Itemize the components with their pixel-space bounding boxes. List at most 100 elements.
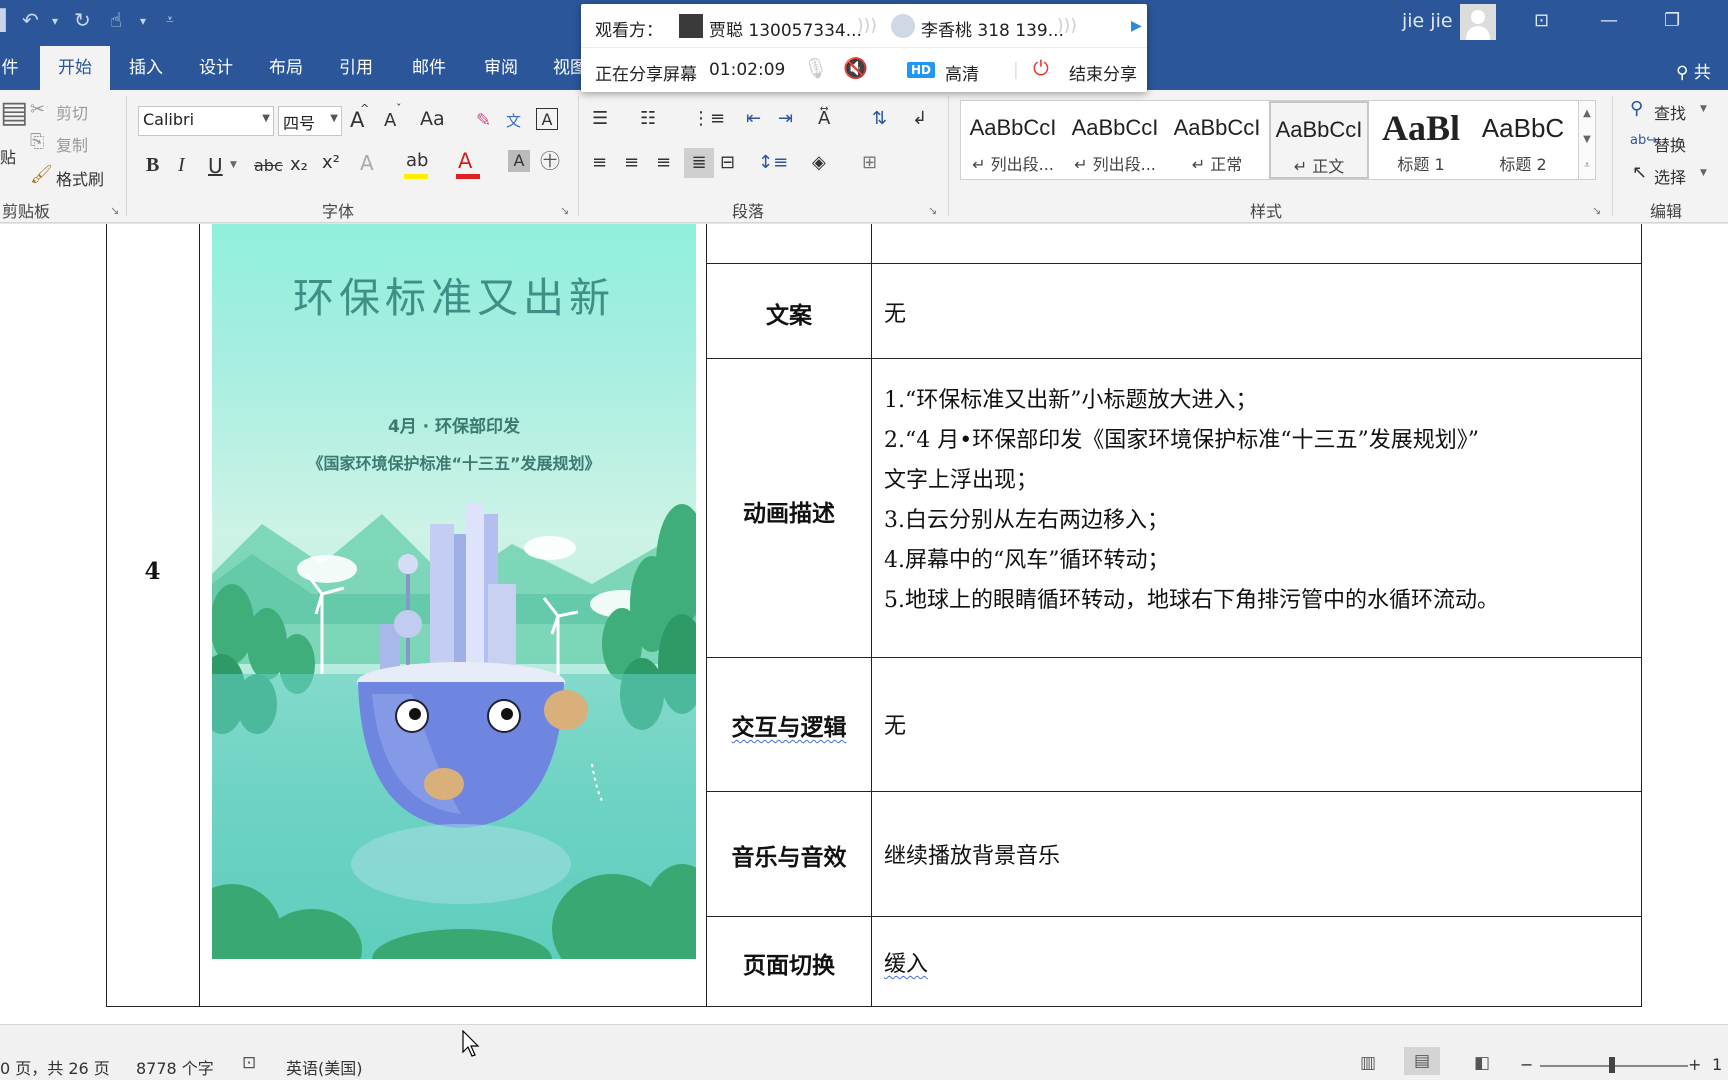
- cut-button[interactable]: 剪切: [56, 100, 88, 124]
- styles-launcher-icon[interactable]: ↘: [1592, 200, 1601, 222]
- copy-icon[interactable]: ⎘: [30, 131, 44, 153]
- language[interactable]: 英语(美国): [286, 1055, 363, 1079]
- highlight-icon[interactable]: ab: [406, 150, 428, 172]
- shrink-font-button[interactable]: A: [384, 110, 396, 131]
- align-left-icon[interactable]: ≡: [592, 152, 607, 174]
- font-name-combo[interactable]: Calibri ▼: [138, 106, 274, 136]
- zoom-slider-thumb[interactable]: [1609, 1057, 1615, 1073]
- end-share-button[interactable]: 结束分享: [1069, 60, 1137, 85]
- print-layout-icon[interactable]: ▤: [1404, 1047, 1441, 1075]
- ribbon-display-icon[interactable]: ⊡: [1534, 10, 1549, 31]
- clipboard-launcher-icon[interactable]: ↘: [110, 200, 119, 222]
- text-effects-icon[interactable]: A: [360, 152, 374, 174]
- phonetic-guide-icon[interactable]: 文: [506, 110, 521, 132]
- style-heading-2[interactable]: AaBbC 标题 2: [1473, 101, 1573, 179]
- change-case-button[interactable]: Aa: [420, 108, 445, 130]
- undo-icon[interactable]: ↶: [22, 8, 39, 38]
- redo-icon[interactable]: ↻: [74, 8, 91, 38]
- avatar[interactable]: [1460, 4, 1496, 40]
- format-painter-button[interactable]: 格式刷: [56, 166, 104, 190]
- format-painter-icon[interactable]: 🖌: [30, 164, 53, 186]
- superscript-button[interactable]: x²: [322, 152, 340, 173]
- tab-references[interactable]: 引用: [322, 46, 390, 90]
- viewer1-name[interactable]: 贾聪 130057334...: [709, 16, 862, 41]
- undo-dropdown-icon[interactable]: ▾: [52, 14, 58, 44]
- select-dropdown-icon[interactable]: ▼: [1700, 168, 1707, 178]
- align-right-icon[interactable]: ≡: [656, 152, 671, 174]
- font-color-icon[interactable]: A: [458, 150, 472, 172]
- touch-dropdown-icon[interactable]: ▾: [140, 14, 146, 44]
- zoom-out-button[interactable]: −: [1520, 1055, 1533, 1074]
- tab-layout[interactable]: 布局: [252, 46, 320, 90]
- justify-icon[interactable]: ≣: [684, 148, 714, 178]
- share-icon[interactable]: ⚲ 共: [1676, 58, 1711, 83]
- read-mode-icon[interactable]: ▥: [1360, 1053, 1376, 1073]
- paste-button[interactable]: 贴: [0, 144, 16, 168]
- enclose-chars-icon[interactable]: ㊉: [540, 150, 560, 172]
- minimize-button[interactable]: —: [1600, 10, 1618, 31]
- replace-button[interactable]: 替换: [1654, 132, 1686, 156]
- proofing-icon[interactable]: ⊡: [242, 1053, 256, 1073]
- document-page[interactable]: 4 环保标准又出新 4月 · 环保部印发 《国家环境保护标准“十三五”发展规划》…: [0, 224, 1728, 1024]
- bullets-icon[interactable]: ☰: [592, 108, 608, 130]
- find-button[interactable]: 查找: [1654, 100, 1686, 124]
- zoom-level[interactable]: 1: [1712, 1055, 1722, 1074]
- paste-icon[interactable]: ▤: [0, 98, 28, 128]
- tab-file[interactable]: 件: [0, 46, 20, 90]
- tab-design[interactable]: 设计: [182, 46, 250, 90]
- subscript-button[interactable]: x₂: [290, 154, 308, 175]
- tab-review[interactable]: 审阅: [466, 46, 536, 90]
- expand-viewers-icon[interactable]: ▶: [1131, 18, 1142, 34]
- save-icon[interactable]: ▍: [0, 8, 15, 38]
- customize-qat-icon[interactable]: ⩡: [166, 12, 174, 42]
- tab-insert[interactable]: 插入: [112, 46, 180, 90]
- underline-button[interactable]: U: [208, 154, 223, 178]
- style-normal[interactable]: AaBbCcI ↵ 正常: [1167, 101, 1267, 179]
- multilevel-list-icon[interactable]: ⋮≡: [692, 108, 725, 130]
- restore-button[interactable]: ❐: [1664, 10, 1680, 31]
- page-count[interactable]: 0 页，共 26 页: [0, 1055, 110, 1079]
- power-icon[interactable]: ⏻: [1033, 56, 1049, 80]
- word-count[interactable]: 8778 个字: [136, 1055, 214, 1079]
- char-border-icon[interactable]: A: [536, 108, 558, 130]
- cut-icon[interactable]: ✂: [30, 99, 45, 121]
- hd-label[interactable]: 高清: [945, 60, 979, 85]
- bold-button[interactable]: B: [146, 154, 159, 177]
- style-gallery-scroll[interactable]: ▲ ▼ ⩡: [1578, 100, 1596, 180]
- style-list-paragraph-2[interactable]: AaBbCcI ↵ 列出段...: [1065, 101, 1165, 179]
- clear-format-icon[interactable]: ✎: [476, 110, 491, 132]
- viewer1-avatar[interactable]: [679, 14, 703, 38]
- text-direction-icon[interactable]: A⃡: [818, 108, 830, 130]
- align-center-icon[interactable]: ≡: [624, 152, 639, 174]
- paragraph-launcher-icon[interactable]: ↘: [928, 200, 937, 222]
- shading-icon[interactable]: ◈: [812, 152, 826, 174]
- tab-home[interactable]: 开始: [40, 46, 110, 90]
- speaker-muted-icon[interactable]: 🔇: [843, 56, 868, 80]
- tab-mailings[interactable]: 邮件: [394, 46, 464, 90]
- style-list-paragraph-1[interactable]: AaBbCcI ↵ 列出段...: [963, 101, 1063, 179]
- mic-muted-icon[interactable]: 🎙: [803, 56, 828, 80]
- select-icon[interactable]: ↖: [1632, 162, 1647, 184]
- zoom-in-button[interactable]: +: [1688, 1055, 1701, 1074]
- user-name[interactable]: jie jie: [1402, 10, 1453, 32]
- char-shading-icon[interactable]: A: [508, 150, 530, 172]
- sort-icon[interactable]: ⇅: [872, 108, 887, 130]
- find-icon[interactable]: ⚲: [1630, 98, 1643, 120]
- show-marks-icon[interactable]: ↲: [912, 108, 927, 130]
- viewer2-name[interactable]: 李香桃 318 139...: [921, 16, 1064, 41]
- italic-button[interactable]: I: [178, 154, 185, 177]
- numbering-icon[interactable]: ☷: [640, 108, 656, 130]
- increase-indent-icon[interactable]: ⇥: [778, 108, 793, 130]
- distributed-icon[interactable]: ⊟: [720, 152, 735, 174]
- font-launcher-icon[interactable]: ↘: [560, 200, 569, 222]
- select-button[interactable]: 选择: [1654, 164, 1686, 188]
- line-spacing-icon[interactable]: ↕≡: [758, 152, 788, 174]
- find-dropdown-icon[interactable]: ▼: [1700, 104, 1707, 114]
- touch-mode-icon[interactable]: ☝: [110, 8, 122, 38]
- web-layout-icon[interactable]: ◧: [1474, 1053, 1490, 1073]
- viewer2-avatar[interactable]: [891, 14, 915, 38]
- copy-button[interactable]: 复制: [56, 132, 88, 156]
- decrease-indent-icon[interactable]: ⇤: [746, 108, 761, 130]
- style-body-text[interactable]: AaBbCcI ↵ 正文: [1269, 101, 1369, 179]
- borders-icon[interactable]: ⊞: [862, 152, 877, 174]
